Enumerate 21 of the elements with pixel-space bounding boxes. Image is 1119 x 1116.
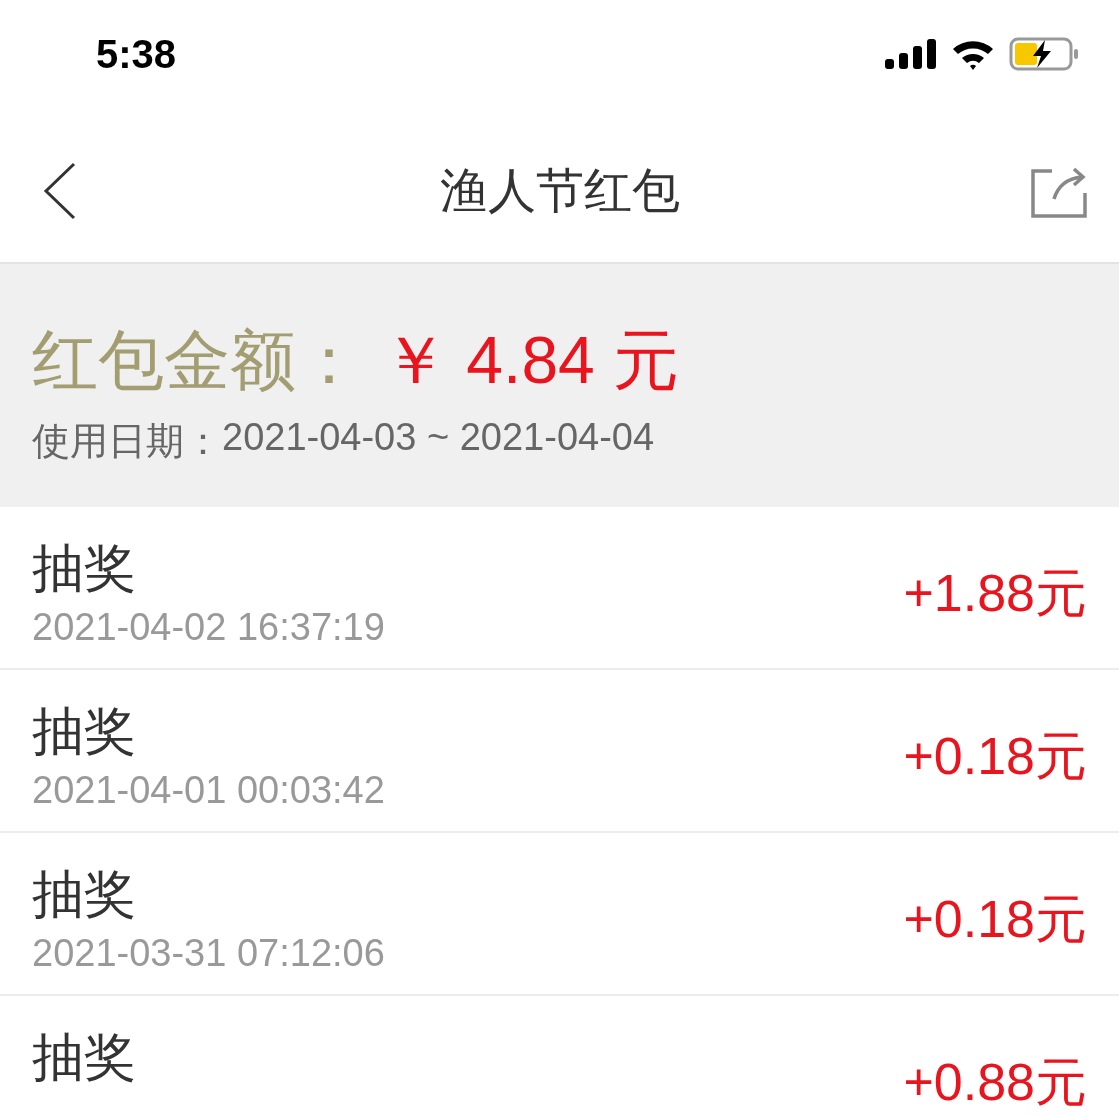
date-label: 使用日期： bbox=[32, 419, 222, 464]
record-time: 2021-03-31 07:12:06 bbox=[32, 931, 385, 977]
record-amount: +1.88元 bbox=[903, 567, 1087, 619]
record-amount: +0.18元 bbox=[903, 893, 1087, 945]
date-range: 2021-04-03 ~ 2021-04-04 bbox=[222, 416, 655, 460]
signal-icon bbox=[885, 39, 937, 69]
record-time: 2021-04-02 16:37:19 bbox=[32, 605, 385, 651]
amount-label: 红包金额： bbox=[32, 322, 362, 399]
record-amount: +0.18元 bbox=[903, 730, 1087, 782]
status-time: 5:38 bbox=[96, 31, 177, 77]
back-icon[interactable] bbox=[43, 162, 77, 220]
record-title: 抽奖 bbox=[32, 1027, 136, 1088]
record-time: 2021-04-01 00:03:42 bbox=[32, 768, 385, 814]
page-title: 渔人节红包 bbox=[438, 163, 681, 219]
record-title: 抽奖 bbox=[32, 864, 137, 925]
wifi-icon bbox=[951, 38, 995, 70]
total-amount: ￥ 4.84 元 bbox=[382, 322, 680, 399]
battery-icon bbox=[1009, 37, 1079, 71]
record-amount: +0.88元 bbox=[903, 1056, 1087, 1108]
record-title: 抽奖 bbox=[32, 538, 137, 599]
record-title: 抽奖 bbox=[32, 701, 137, 762]
